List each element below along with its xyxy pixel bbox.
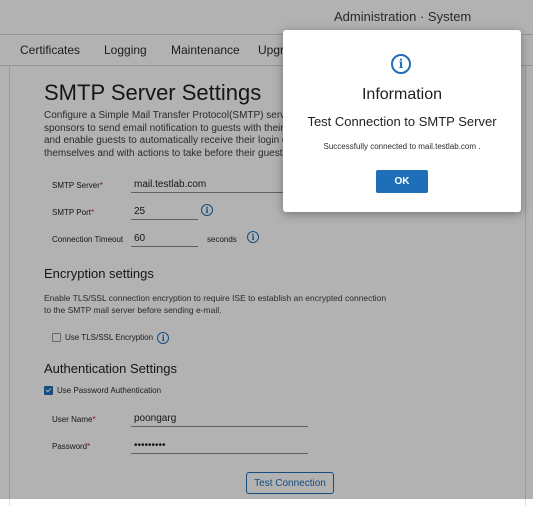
dialog-heading: Test Connection to SMTP Server — [307, 114, 497, 129]
dialog-message: Successfully connected to mail.testlab.c… — [323, 142, 481, 151]
ok-button[interactable]: OK — [376, 170, 428, 193]
info-icon: i — [391, 54, 411, 74]
information-dialog: i Information Test Connection to SMTP Se… — [283, 30, 521, 212]
dialog-title: Information — [361, 86, 443, 103]
